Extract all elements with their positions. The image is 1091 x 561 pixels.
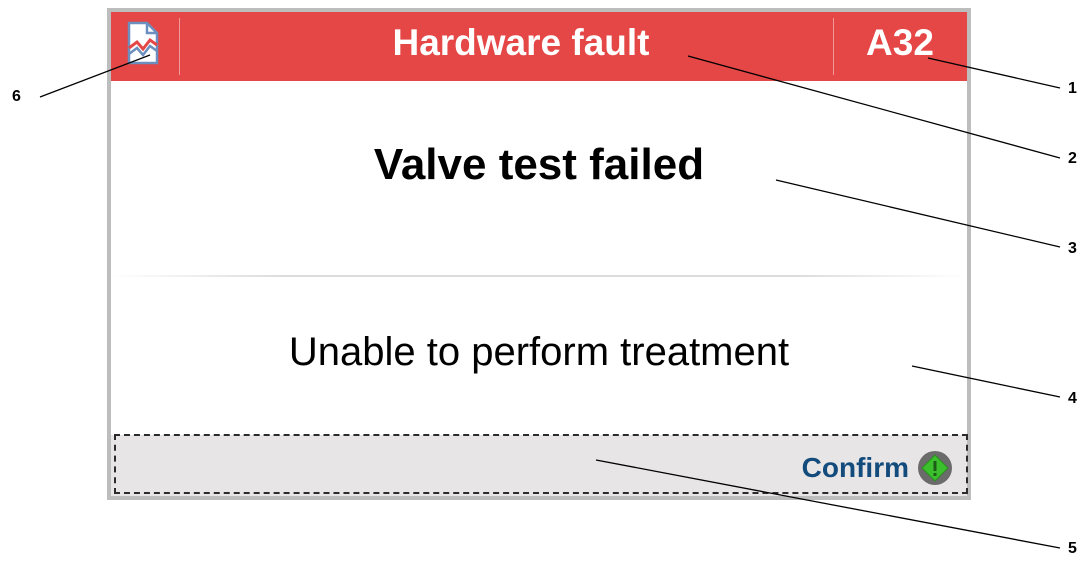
callout-leader-lines bbox=[39, 54, 1061, 549]
callout-5: 5 bbox=[1068, 540, 1077, 557]
leader-line bbox=[927, 57, 1061, 89]
leader-line bbox=[911, 365, 1061, 398]
leader-line bbox=[595, 459, 1061, 549]
callout-3: 3 bbox=[1068, 240, 1077, 257]
callout-4: 4 bbox=[1068, 390, 1077, 407]
callout-2: 2 bbox=[1068, 150, 1077, 167]
callout-1: 1 bbox=[1068, 80, 1077, 97]
leader-line bbox=[39, 54, 151, 98]
leader-line bbox=[775, 179, 1061, 248]
leader-line bbox=[687, 55, 1061, 159]
callout-6: 6 bbox=[12, 88, 21, 105]
